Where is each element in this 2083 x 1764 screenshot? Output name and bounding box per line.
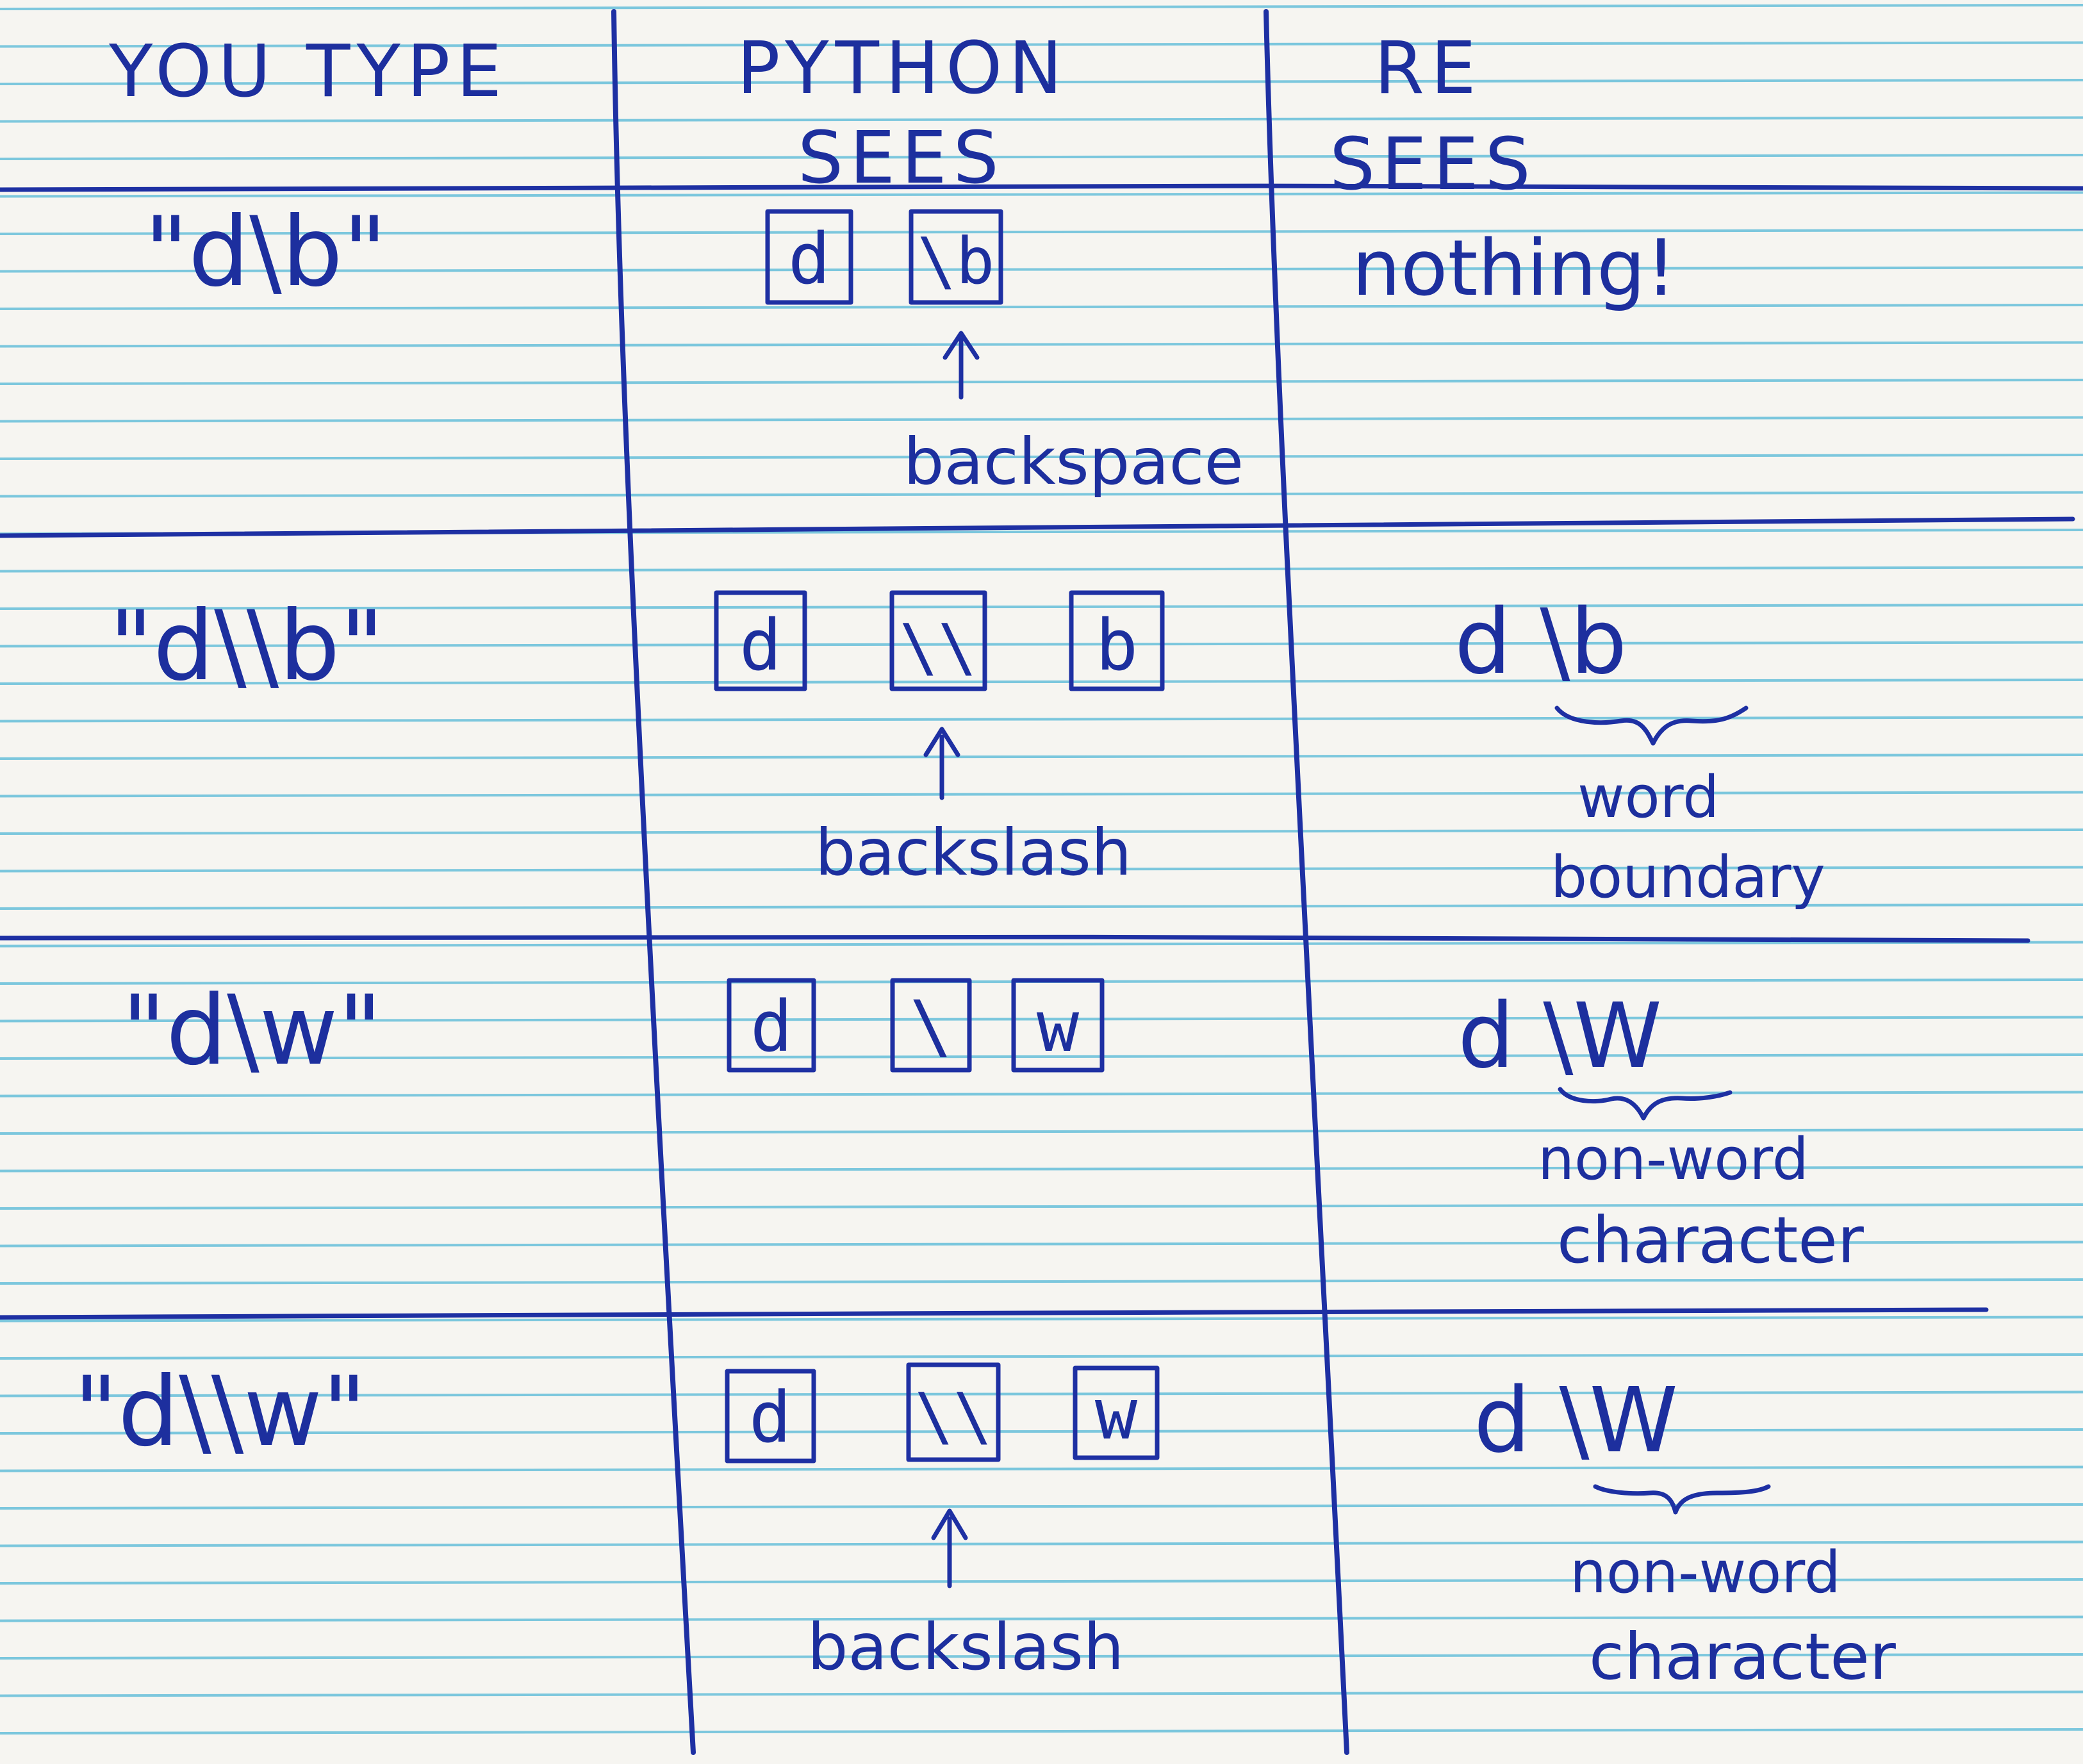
char-box: w [1011,978,1105,1073]
char-box-label: \ [910,985,952,1067]
row-divider-3 [0,1307,1989,1320]
re-sees-note-line1: non-word [1570,1539,1841,1606]
char-box-label: b [1096,604,1138,686]
re-sees-note-line1: non-word [1538,1126,1809,1193]
row-divider-header [0,183,2083,192]
python-note: backspace [903,424,1244,499]
typed-string: "d\w" [122,975,382,1087]
char-box-label: d [750,985,793,1067]
char-box-label: \\ [915,1379,992,1454]
re-sees-value: d \W [1458,984,1662,1089]
char-box-label: d [749,1376,791,1458]
table-row: "d\\b" d \\ b backslash d \b word bounda… [109,590,1825,911]
char-box: b [1069,590,1165,691]
char-box: \\ [906,1362,1001,1462]
char-box: d [727,978,816,1073]
char-box: d [725,1369,816,1463]
char-box-label: w [1095,1373,1138,1455]
column-divider-2 [1264,9,1349,1755]
brace-icon [1593,1484,1771,1515]
char-box: \\ [889,590,987,691]
char-box: d [765,209,853,305]
char-box-label: \b [918,224,994,299]
re-sees-note-line2: character [1557,1203,1865,1278]
char-box-label: d [788,218,830,300]
header-python-sees-line1: PYTHON [737,27,1069,110]
re-sees-value: d \b [1454,590,1627,695]
table-row: "d\\w" d \\ w backslash d \W non-word ch… [74,1356,1897,1694]
brace-icon [1554,705,1749,746]
typed-string: "d\b" [144,197,387,308]
notebook-page: YOU TYPE PYTHON SEES RE SEES "d\b" d \b … [0,0,2083,1764]
char-box: \b [909,209,1003,305]
python-note: backslash [815,815,1132,890]
header-python-sees-line2: SEES [798,117,1005,200]
re-sees-note-line1: word [1577,764,1719,831]
re-sees-value: d \W [1474,1369,1678,1473]
re-sees-note-line2: boundary [1551,844,1825,911]
up-arrow-icon [943,331,980,400]
char-box: d [714,590,807,691]
python-note: backslash [807,1610,1124,1685]
header-you-type: YOU TYPE [108,30,508,113]
up-arrow-icon [923,727,960,800]
column-divider-1 [611,9,696,1755]
table-row: "d\b" d \b backspace nothing! [144,197,1676,499]
header-re-sees-line2: SEES [1330,123,1537,206]
re-sees-value: nothing! [1352,224,1676,313]
char-box-label: \\ [900,610,976,685]
row-divider-1 [0,516,2075,538]
char-box: w [1073,1365,1160,1460]
typed-string: "d\\w" [74,1356,366,1468]
table-row: "d\w" d \ w d \W non-word character [122,975,1865,1278]
table-header: YOU TYPE PYTHON SEES RE SEES [108,27,1537,206]
char-box: \ [890,978,972,1073]
row-divider-2 [0,934,2030,943]
handwritten-table: YOU TYPE PYTHON SEES RE SEES "d\b" d \b … [0,9,2083,1755]
header-re-sees-line1: RE [1374,27,1483,110]
typed-string: "d\\b" [109,591,384,702]
up-arrow-icon [931,1508,968,1588]
brace-icon [1558,1087,1733,1121]
re-sees-note-line2: character [1589,1619,1897,1694]
char-box-label: w [1037,985,1080,1067]
char-box-label: d [739,604,782,686]
